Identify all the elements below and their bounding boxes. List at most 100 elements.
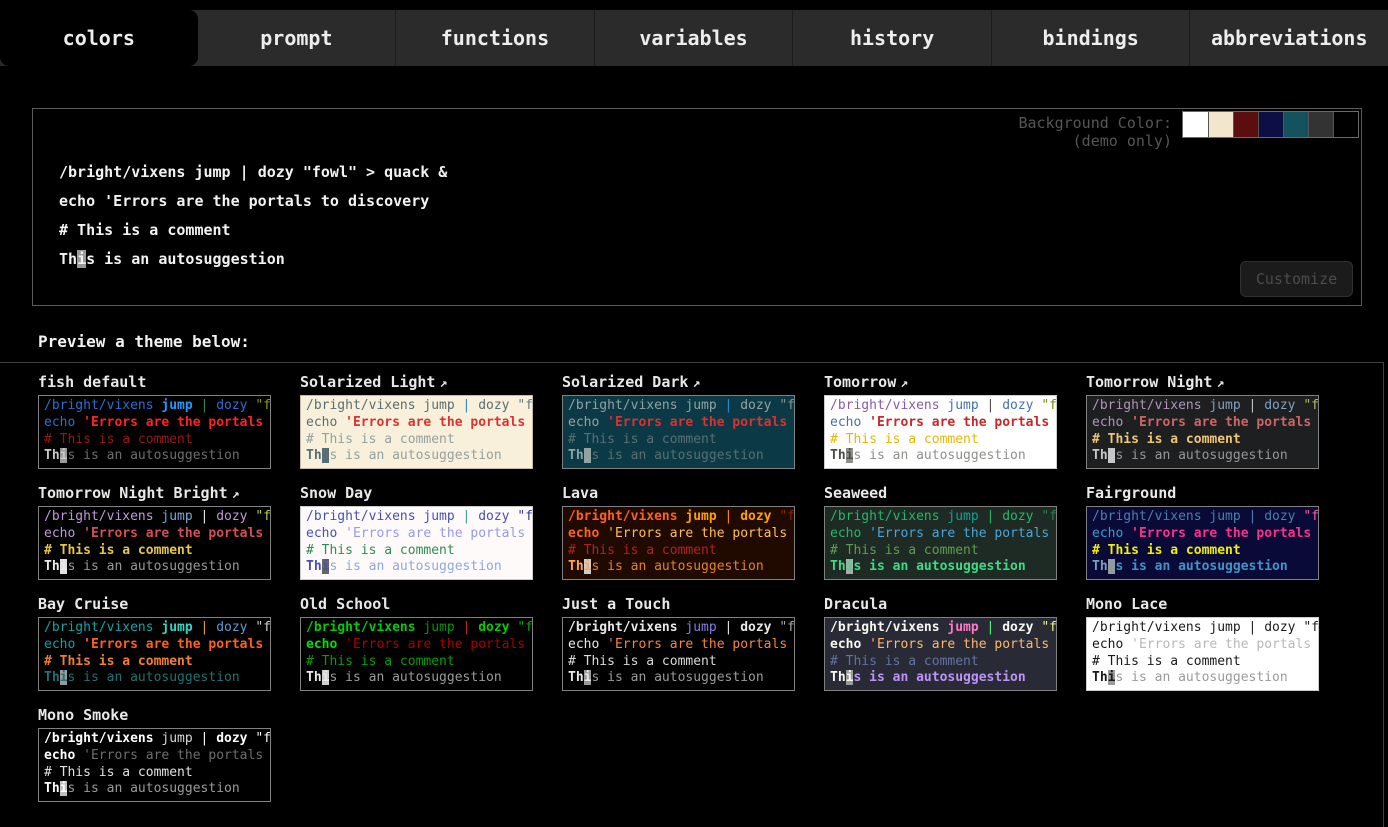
theme-card[interactable]: /bright/vixens jump | dozy "fowl" > quac… bbox=[562, 395, 795, 469]
tab-variables[interactable]: variables bbox=[594, 10, 793, 66]
sample-command-line: /bright/vixens jump | dozy "fowl" > quac… bbox=[568, 398, 789, 415]
terminal-sample-text: /bright/vixens jump | dozy "fowl" > quac… bbox=[59, 158, 447, 274]
tab-colors[interactable]: colors bbox=[0, 10, 198, 66]
external-link-icon[interactable]: ↗ bbox=[232, 487, 240, 502]
theme-name: Seaweed bbox=[824, 484, 887, 502]
theme-card[interactable]: /bright/vixens jump | dozy "fowl" > quac… bbox=[824, 395, 1057, 469]
sample-comment-line: # This is a comment bbox=[44, 432, 265, 449]
preview-theme-heading: Preview a theme below: bbox=[38, 332, 250, 351]
sample-comment-line: # This is a comment bbox=[1092, 654, 1313, 671]
theme-cell-solarized-dark[interactable]: Solarized Dark↗/bright/vixens jump | doz… bbox=[562, 373, 795, 469]
theme-cell-lava[interactable]: Lava/bright/vixens jump | dozy "fowl" > … bbox=[562, 484, 795, 580]
background-swatch-0e0e46[interactable] bbox=[1258, 112, 1283, 137]
sample-command-line: /bright/vixens jump | dozy "fowl" > quac… bbox=[830, 398, 1051, 415]
external-link-icon[interactable]: ↗ bbox=[439, 376, 447, 391]
sample-autosuggestion-line: This is an autosuggestion bbox=[830, 448, 1051, 465]
sample-comment-line: # This is a comment bbox=[44, 765, 265, 782]
sample-command-line: /bright/vixens jump | dozy "fowl" > quac… bbox=[306, 620, 527, 637]
theme-cell-just-a-touch[interactable]: Just a Touch/bright/vixens jump | dozy "… bbox=[562, 595, 795, 691]
theme-card[interactable]: /bright/vixens jump | dozy "fowl" > quac… bbox=[1086, 395, 1319, 469]
theme-card[interactable]: /bright/vixens jump | dozy "fowl" > quac… bbox=[300, 617, 533, 691]
tab-abbreviations[interactable]: abbreviations bbox=[1189, 10, 1388, 66]
theme-cell-tomorrow-night-bright[interactable]: Tomorrow Night Bright ↗ /bright/vixens jum… bbox=[38, 484, 271, 580]
background-color-label-line1: Background Color: bbox=[1018, 114, 1172, 132]
theme-cell-dracula[interactable]: Dracula/bright/vixens jump | dozy "fowl"… bbox=[824, 595, 1057, 691]
theme-card[interactable]: /bright/vixens jump | dozy "fowl" > quac… bbox=[38, 395, 271, 469]
theme-title: Bay Cruise bbox=[38, 595, 271, 617]
sample-command-line: /bright/vixens jump | dozy "fowl" > quac… bbox=[830, 620, 1051, 637]
sample-autosuggestion-line: This is an autosuggestion bbox=[568, 559, 789, 576]
sample-comment-line: # This is a comment bbox=[830, 654, 1051, 671]
sample-error-line: echo 'Errors are the portals to discover… bbox=[59, 187, 447, 216]
cursor-block: i bbox=[77, 250, 86, 268]
background-swatch-ffffff[interactable] bbox=[1183, 112, 1208, 137]
customize-button[interactable]: Customize bbox=[1240, 261, 1353, 297]
sample-command-line: /bright/vixens jump | dozy "fowl" > quac… bbox=[568, 509, 789, 526]
sample-comment-line: # This is a comment bbox=[568, 654, 789, 671]
fish-config-page: colorspromptfunctionsvariableshistorybin… bbox=[0, 0, 1388, 827]
theme-card[interactable]: /bright/vixens jump | dozy "fowl" > quac… bbox=[38, 506, 271, 580]
theme-cell-old-school[interactable]: Old School/bright/vixens jump | dozy "fo… bbox=[300, 595, 533, 691]
theme-card[interactable]: /bright/vixens jump | dozy "fowl" > quac… bbox=[300, 506, 533, 580]
theme-title: Solarized Light↗ bbox=[300, 373, 533, 395]
theme-card[interactable]: /bright/vixens jump | dozy "fowl" > quac… bbox=[38, 728, 271, 802]
tab-prompt[interactable]: prompt bbox=[198, 10, 396, 66]
tab-functions[interactable]: functions bbox=[395, 10, 594, 66]
theme-cell-mono-lace[interactable]: Mono Lace/bright/vixens jump | dozy "fow… bbox=[1086, 595, 1319, 691]
theme-card[interactable]: /bright/vixens jump | dozy "fowl" > quac… bbox=[38, 617, 271, 691]
theme-card[interactable]: /bright/vixens jump | dozy "fowl" > quac… bbox=[824, 617, 1057, 691]
themes-section: fish default/bright/vixens jump | dozy "… bbox=[0, 362, 1384, 827]
theme-name: Mono Smoke bbox=[38, 706, 128, 724]
sample-comment-line: # This is a comment bbox=[306, 543, 527, 560]
theme-card[interactable]: /bright/vixens jump | dozy "fowl" > quac… bbox=[562, 617, 795, 691]
sample-command-line: /bright/vixens jump | dozy "fowl" > quac… bbox=[568, 620, 789, 637]
background-swatch-000000[interactable] bbox=[1333, 112, 1358, 137]
theme-title: Old School bbox=[300, 595, 533, 617]
themes-grid: fish default/bright/vixens jump | dozy "… bbox=[38, 373, 1383, 802]
sample-command-line: /bright/vixens jump | dozy "fowl" > quac… bbox=[306, 509, 527, 526]
external-link-icon[interactable]: ↗ bbox=[1216, 376, 1224, 391]
sample-command-line: /bright/vixens jump | dozy "fowl" > quac… bbox=[1092, 509, 1313, 526]
sample-error-line: echo 'Errors are the portals to discover… bbox=[44, 637, 265, 654]
theme-title: fish default bbox=[38, 373, 271, 395]
sample-error-line: echo 'Errors are the portals to discover… bbox=[1092, 415, 1313, 432]
theme-name: Lava bbox=[562, 484, 598, 502]
external-link-icon[interactable]: ↗ bbox=[900, 376, 908, 391]
theme-cell-mono-smoke[interactable]: Mono Smoke/bright/vixens jump | dozy "fo… bbox=[38, 706, 271, 802]
theme-title: Tomorrow Night Bright ↗ bbox=[38, 484, 271, 506]
theme-cell-snow-day[interactable]: Snow Day/bright/vixens jump | dozy "fowl… bbox=[300, 484, 533, 580]
theme-cell-tomorrow-night[interactable]: Tomorrow Night↗/bright/vixens jump | doz… bbox=[1086, 373, 1319, 469]
tab-bar: colorspromptfunctionsvariableshistorybin… bbox=[0, 10, 1388, 66]
background-swatch-14525e[interactable] bbox=[1283, 112, 1308, 137]
theme-cell-tomorrow[interactable]: Tomorrow↗/bright/vixens jump | dozy "fow… bbox=[824, 373, 1057, 469]
theme-card[interactable]: /bright/vixens jump | dozy "fowl" > quac… bbox=[1086, 506, 1319, 580]
theme-name: Mono Lace bbox=[1086, 595, 1167, 613]
background-swatch-5c0d0d[interactable] bbox=[1233, 112, 1258, 137]
theme-cell-seaweed[interactable]: Seaweed/bright/vixens jump | dozy "fowl"… bbox=[824, 484, 1057, 580]
theme-name: Tomorrow Night Bright bbox=[38, 484, 228, 502]
external-link-icon[interactable]: ↗ bbox=[692, 376, 700, 391]
sample-error-line: echo 'Errors are the portals to discover… bbox=[44, 526, 265, 543]
background-swatch-f2e7cd[interactable] bbox=[1208, 112, 1233, 137]
theme-name: Fairground bbox=[1086, 484, 1176, 502]
theme-title: Mono Lace bbox=[1086, 595, 1319, 617]
sample-error-line: echo 'Errors are the portals to discover… bbox=[568, 415, 789, 432]
sample-autosuggestion-line: This is an autosuggestion bbox=[44, 448, 265, 465]
sample-comment-line: # This is a comment bbox=[306, 432, 527, 449]
theme-card[interactable]: /bright/vixens jump | dozy "fowl" > quac… bbox=[824, 506, 1057, 580]
tab-history[interactable]: history bbox=[792, 10, 991, 66]
sample-comment-line: # This is a comment bbox=[1092, 543, 1313, 560]
sample-comment-line: # This is a comment bbox=[44, 654, 265, 671]
theme-card[interactable]: /bright/vixens jump | dozy "fowl" > quac… bbox=[1086, 617, 1319, 691]
theme-card[interactable]: /bright/vixens jump | dozy "fowl" > quac… bbox=[562, 506, 795, 580]
background-swatch-333333[interactable] bbox=[1308, 112, 1333, 137]
theme-cell-solarized-light[interactable]: Solarized Light↗/bright/vixens jump | do… bbox=[300, 373, 533, 469]
theme-title: Just a Touch bbox=[562, 595, 795, 617]
theme-cell-bay-cruise[interactable]: Bay Cruise/bright/vixens jump | dozy "fo… bbox=[38, 595, 271, 691]
sample-error-line: echo 'Errors are the portals to discover… bbox=[1092, 526, 1313, 543]
theme-card[interactable]: /bright/vixens jump | dozy "fowl" > quac… bbox=[300, 395, 533, 469]
theme-cell-fish-default[interactable]: fish default/bright/vixens jump | dozy "… bbox=[38, 373, 271, 469]
sample-error-line: echo 'Errors are the portals to discover… bbox=[568, 637, 789, 654]
theme-cell-fairground[interactable]: Fairground/bright/vixens jump | dozy "fo… bbox=[1086, 484, 1319, 580]
tab-bindings[interactable]: bindings bbox=[991, 10, 1190, 66]
